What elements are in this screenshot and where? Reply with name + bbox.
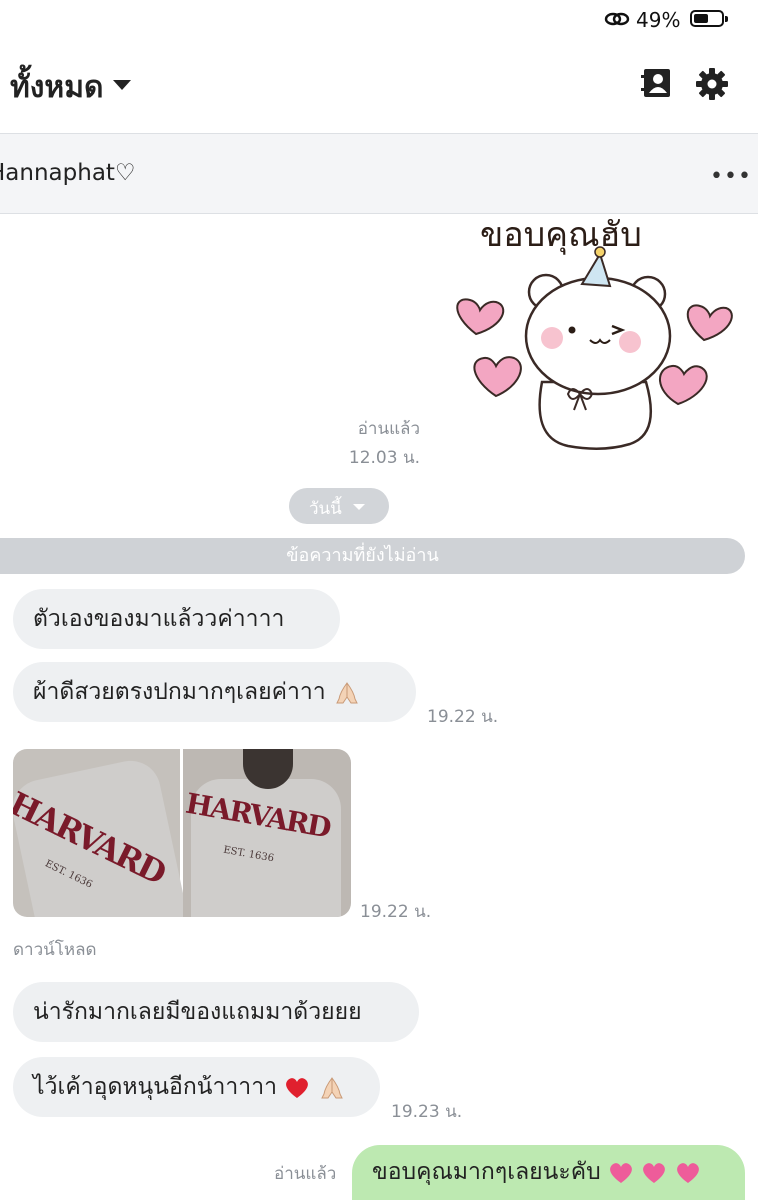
bear-sticker[interactable]: ขอบคุณฮับ — [440, 214, 740, 459]
contacts-icon[interactable] — [641, 67, 673, 99]
caret-down-icon[interactable] — [113, 80, 131, 90]
photo-thumbnail[interactable]: HARVARD EST. 1636 — [183, 749, 351, 917]
timestamp: 19.22 น. — [427, 707, 499, 727]
message-text: ตัวเองของมาแล้ววค่าาาา — [33, 606, 285, 632]
battery-icon — [690, 10, 728, 27]
bear-sticker-image: ขอบคุณฮับ — [456, 215, 733, 450]
message-text: ผ้าดีสวยตรงปกมากๆเลยค่าาา — [33, 679, 326, 705]
read-label: อ่านแล้ว — [357, 419, 420, 439]
link-icon — [604, 12, 630, 26]
gear-icon[interactable] — [695, 67, 729, 101]
battery-percent: 49% — [636, 8, 681, 32]
pray-emoji — [320, 1076, 343, 1098]
download-link[interactable]: ดาวน์โหลด — [13, 936, 97, 963]
photo-thumbnail[interactable]: HARVARD EST. 1636 — [13, 749, 190, 917]
contact-name[interactable]: Hannaphat♡ — [0, 160, 136, 186]
message-bubble[interactable]: ตัวเองของมาแล้ววค่าาาา — [13, 589, 340, 649]
timestamp: 19.23 น. — [391, 1102, 463, 1122]
unread-divider: ข้อความที่ยังไม่อ่าน — [0, 538, 745, 574]
chat-title-bar: Hannaphat♡ ••• — [0, 133, 758, 214]
timestamp: 19.22 น. — [360, 902, 432, 922]
outgoing-message-bubble[interactable]: ขอบคุณมากๆเลยนะคับ — [352, 1145, 745, 1200]
more-icon[interactable]: ••• — [710, 164, 752, 189]
read-receipt: อ่านแล้ว — [274, 1164, 337, 1184]
read-receipt: อ่านแล้ว 12.03 น. — [330, 415, 420, 471]
message-bubble[interactable]: ผ้าดีสวยตรงปกมากๆเลยค่าาา — [13, 662, 416, 722]
message-text: ไว้เค้าอุดหนุนอีกน้าาาาา — [33, 1074, 278, 1100]
heart-emoji — [286, 1077, 309, 1098]
pink-heart-emoji — [643, 1162, 666, 1183]
pink-heart-emoji — [610, 1162, 632, 1183]
chat-list-header: ทั้งหมด — [0, 40, 758, 134]
photo-album[interactable]: HARVARD EST. 1636 HARVARD EST. 1636 — [13, 749, 351, 917]
caret-down-icon — [353, 504, 365, 510]
message-bubble[interactable]: น่ารักมากเลยมีของแถมมาด้วยยย — [13, 982, 419, 1042]
pray-emoji — [336, 681, 358, 703]
status-bar: 49% — [0, 0, 758, 40]
unread-label: ข้อความที่ยังไม่อ่าน — [286, 545, 439, 566]
pink-heart-emoji — [676, 1162, 699, 1183]
message-text: น่ารักมากเลยมีของแถมมาด้วยยย — [33, 999, 362, 1025]
date-divider[interactable]: วันนี้ — [289, 488, 389, 524]
sticker-caption: ขอบคุณฮับ — [480, 215, 642, 255]
date-label: วันนี้ — [309, 499, 342, 519]
filter-title[interactable]: ทั้งหมด — [10, 64, 103, 111]
message-text: ขอบคุณมากๆเลยนะคับ — [372, 1159, 601, 1185]
timestamp: 12.03 น. — [348, 448, 420, 468]
message-bubble[interactable]: ไว้เค้าอุดหนุนอีกน้าาาาา — [13, 1057, 380, 1117]
